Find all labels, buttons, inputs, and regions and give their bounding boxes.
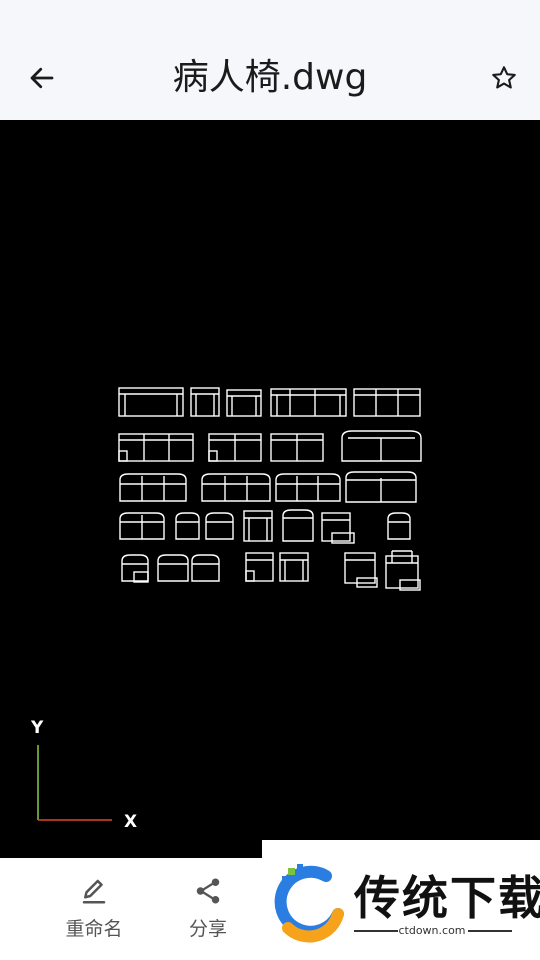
chair-block	[245, 552, 274, 582]
chair-block	[175, 512, 200, 540]
back-button[interactable]	[22, 58, 62, 98]
chair-block	[270, 388, 347, 417]
y-axis-label: Y	[31, 718, 44, 738]
chair-block	[119, 473, 187, 502]
chair-block	[341, 430, 422, 462]
chair-block	[118, 387, 184, 417]
chair-block	[201, 473, 271, 502]
chair-block	[321, 512, 355, 544]
chair-block	[279, 552, 309, 582]
chair-block	[387, 512, 411, 540]
drawing-canvas[interactable]: Y X	[0, 120, 540, 858]
watermark-brand: 传统下载	[354, 871, 540, 925]
x-axis-label: X	[124, 812, 138, 832]
ctdown-logo-icon	[274, 864, 344, 943]
share-icon	[196, 878, 220, 904]
rename-label: 重命名	[65, 918, 123, 940]
pencil-icon	[82, 879, 106, 904]
chair-block	[344, 552, 378, 588]
rename-button[interactable]: 重命名	[44, 876, 144, 946]
cad-drawing	[37, 387, 422, 821]
chair-block	[275, 473, 341, 502]
chair-block	[118, 433, 194, 462]
app-header: 病人椅.dwg	[0, 0, 540, 120]
chair-block	[119, 512, 165, 540]
chair-block	[226, 389, 262, 417]
star-outline-icon	[492, 66, 516, 89]
page-title: 病人椅.dwg	[172, 57, 368, 98]
chair-block	[270, 433, 324, 462]
chair-block	[353, 388, 421, 417]
share-label: 分享	[188, 918, 227, 940]
watermark-divider	[468, 930, 512, 932]
chair-block	[157, 554, 189, 582]
arrow-left-icon	[30, 67, 54, 89]
chair-block	[243, 510, 273, 542]
share-button[interactable]: 分享	[158, 876, 258, 946]
chair-block	[205, 512, 234, 540]
watermark-logo: 传统下载 ctdown.com	[262, 840, 540, 960]
chair-block	[191, 554, 220, 582]
chair-block	[282, 509, 314, 542]
favorite-button[interactable]	[484, 58, 524, 98]
chair-block	[345, 471, 417, 503]
chair-block	[385, 550, 421, 591]
chair-block	[190, 387, 220, 417]
chair-block	[121, 554, 149, 583]
ucs-axis	[37, 745, 112, 821]
chair-block	[208, 433, 262, 462]
